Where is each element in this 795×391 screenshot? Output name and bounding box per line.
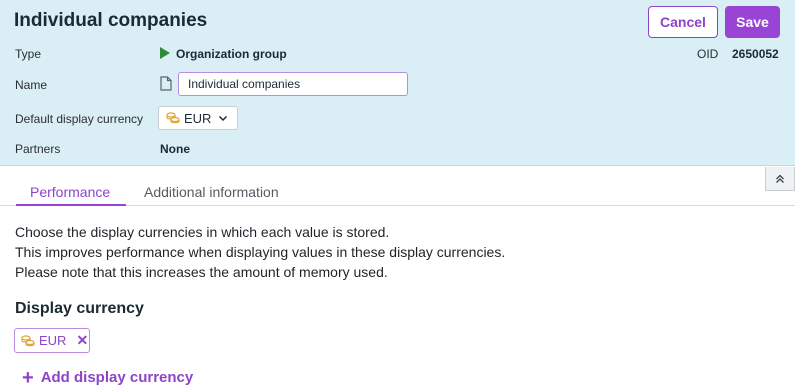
description-line-1: Choose the display currencies in which e… — [15, 224, 390, 240]
name-input[interactable] — [178, 72, 408, 96]
description-line-3: Please note that this increases the amou… — [15, 264, 388, 280]
name-label: Name — [15, 78, 48, 92]
document-icon — [160, 76, 172, 91]
page-title: Individual companies — [14, 10, 208, 31]
partners-label: Partners — [15, 142, 61, 156]
add-display-currency-button[interactable]: + Add display currency — [22, 366, 194, 389]
active-tab-indicator — [16, 204, 126, 206]
type-value: Organization group — [176, 47, 287, 61]
chevron-down-icon — [219, 115, 228, 122]
plus-icon: + — [22, 366, 34, 389]
remove-currency-icon[interactable]: ✕ — [76, 332, 88, 349]
cancel-button[interactable]: Cancel — [648, 6, 718, 38]
coins-icon — [166, 112, 180, 124]
currency-chip: EUR ✕ — [14, 328, 90, 353]
tab-additional-information[interactable]: Additional information — [144, 184, 279, 200]
partners-value: None — [160, 142, 190, 156]
play-triangle-icon — [160, 47, 170, 59]
oid-value: 2650052 — [732, 47, 779, 61]
currency-chip-label: EUR — [39, 333, 67, 348]
display-currency-heading: Display currency — [15, 300, 144, 317]
add-display-currency-label: Add display currency — [40, 369, 194, 386]
tab-performance[interactable]: Performance — [30, 184, 110, 200]
header-panel: Individual companies Cancel Save Type Or… — [0, 0, 795, 166]
type-label: Type — [15, 47, 42, 61]
coins-icon — [21, 334, 35, 346]
default-currency-value: EUR — [184, 110, 212, 126]
default-currency-label: Default display currency — [15, 112, 144, 126]
default-currency-select[interactable]: EUR — [158, 106, 238, 130]
oid-label: OID — [697, 47, 719, 61]
tab-bar: Performance Additional information — [0, 176, 795, 206]
description-line-2: This improves performance when displayin… — [15, 244, 506, 260]
save-button[interactable]: Save — [725, 6, 780, 38]
